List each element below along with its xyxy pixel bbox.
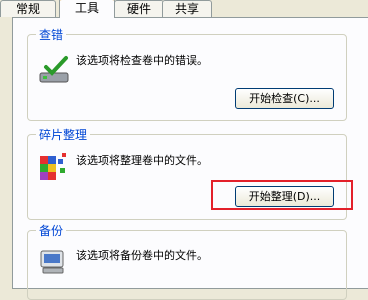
backup-icon bbox=[40, 250, 64, 274]
defrag-title: 碎片整理 bbox=[36, 126, 91, 143]
start-check-button[interactable]: 开始检查(C)... bbox=[235, 88, 334, 109]
tab-tools[interactable]: 工具 bbox=[59, 0, 115, 18]
error-check-group: 查错 该选项将检查卷中的错误。 开始检查(C)... bbox=[27, 26, 347, 121]
backup-title: 备份 bbox=[36, 222, 67, 239]
backup-group: 备份 该选项将备份卷中的文件。 bbox=[27, 222, 347, 300]
defrag-description: 该选项将整理卷中的文件。 bbox=[76, 154, 208, 167]
defrag-icon bbox=[40, 153, 66, 180]
tab-hardware[interactable]: 硬件 bbox=[114, 0, 164, 17]
tab-sharing[interactable]: 共享 bbox=[162, 0, 212, 17]
backup-description: 该选项将备份卷中的文件。 bbox=[76, 249, 208, 262]
highlight-box bbox=[211, 180, 353, 210]
error-check-description: 该选项将检查卷中的错误。 bbox=[76, 54, 208, 67]
error-check-icon bbox=[39, 56, 69, 83]
error-check-title: 查错 bbox=[36, 26, 67, 43]
tab-general[interactable]: 常规 bbox=[0, 0, 56, 17]
